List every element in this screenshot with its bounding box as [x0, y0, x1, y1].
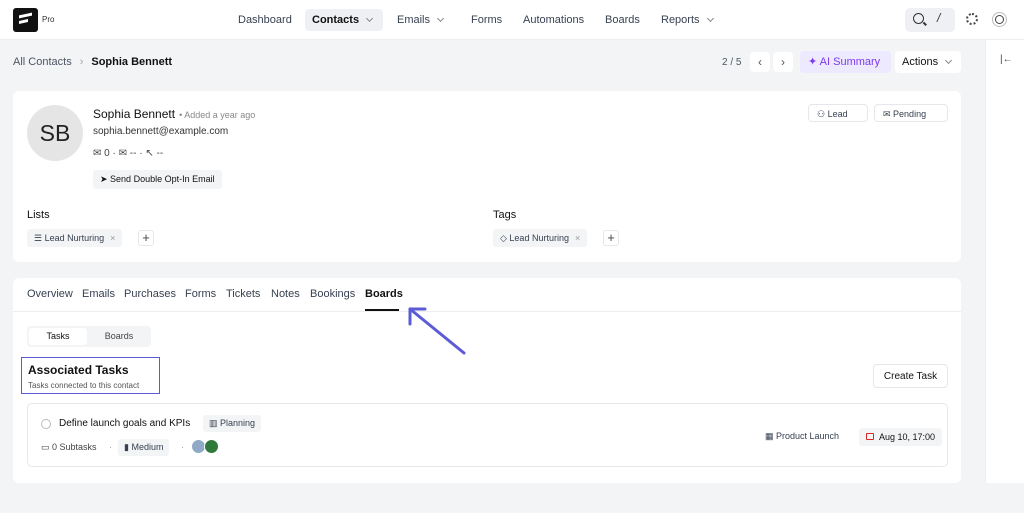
send-icon: ➤ — [100, 174, 111, 184]
tag-icon: ◇ — [500, 233, 510, 243]
ai-summary-button[interactable]: ✦ AI Summary — [800, 51, 891, 73]
separator-dot: · — [181, 442, 184, 452]
list-chip: ☰ Lead Nurturing × — [27, 229, 123, 247]
sparkle-icon: ✦ — [808, 56, 820, 68]
segment-tasks[interactable]: Tasks — [29, 328, 87, 345]
chevron-right-icon: › — [79, 56, 84, 68]
tab-boards[interactable]: Boards — [365, 288, 403, 300]
annotation-arrow — [408, 307, 466, 355]
add-list-button[interactable]: + — [138, 230, 154, 246]
user-icon: ⚇ — [817, 109, 828, 119]
nav-forms[interactable]: Forms — [464, 9, 509, 31]
associated-tasks-title: Associated Tasks — [28, 363, 129, 377]
tab-divider — [13, 311, 961, 312]
calendar-icon — [866, 433, 874, 440]
search-button[interactable]: / — [905, 8, 955, 32]
remove-icon[interactable]: × — [110, 233, 115, 243]
search-icon — [913, 13, 924, 24]
chevron-down-icon — [945, 56, 953, 65]
tab-overview[interactable]: Overview — [27, 288, 73, 300]
task-complete-checkbox[interactable] — [41, 419, 51, 429]
tab-notes[interactable]: Notes — [271, 288, 300, 300]
tab-purchases[interactable]: Purchases — [124, 288, 176, 300]
search-shortcut-hint: / — [937, 11, 941, 25]
nav-dashboard[interactable]: Dashboard — [231, 9, 299, 31]
added-time: • Added a year ago — [179, 110, 256, 120]
next-contact-button[interactable]: › — [773, 52, 793, 72]
board-icon: ▦ — [765, 431, 777, 441]
add-tag-button[interactable]: + — [603, 230, 619, 246]
tags-heading: Tags — [493, 209, 517, 221]
tag-chip: ◇ Lead Nurturing × — [493, 229, 588, 247]
contact-status-dropdown[interactable]: ✉ Pending — [874, 104, 948, 122]
subtasks-count: ▭ 0 Subtasks — [41, 442, 97, 452]
list-icon: ☰ — [34, 233, 45, 243]
separator-dot: · — [109, 442, 112, 452]
tab-emails[interactable]: Emails — [82, 288, 115, 300]
task-card[interactable]: Define launch goals and KPIs ▥ Planning … — [27, 403, 948, 467]
nav-contacts[interactable]: Contacts — [305, 9, 383, 31]
nav-automations[interactable]: Automations — [516, 9, 591, 31]
lists-heading: Lists — [27, 209, 50, 221]
nav-boards[interactable]: Boards — [598, 9, 647, 31]
remove-icon[interactable]: × — [575, 233, 580, 243]
app-logo[interactable] — [13, 8, 38, 32]
nav-reports[interactable]: Reports — [654, 9, 720, 31]
open-icon: ✉ — [118, 148, 128, 159]
breadcrumb: All Contacts › Sophia Bennett — [13, 56, 172, 68]
view-switcher: Tasks Boards — [27, 326, 151, 347]
building-icon: ▥ — [209, 418, 221, 428]
chevron-down-icon — [706, 14, 714, 23]
theme-toggle-icon[interactable] — [995, 15, 1004, 24]
chevron-down-icon — [436, 14, 445, 23]
mail-icon: ✉ — [883, 109, 894, 119]
task-stage-badge: ▥ Planning — [203, 415, 262, 432]
contact-type-dropdown[interactable]: ⚇ Lead — [808, 104, 868, 122]
gear-icon[interactable] — [966, 13, 978, 25]
board-badge: ▦ Product Launch — [759, 428, 846, 445]
tab-tickets[interactable]: Tickets — [226, 288, 260, 300]
breadcrumb-current: Sophia Bennett — [91, 56, 173, 68]
top-navbar: Pro Dashboard Contacts Emails Forms Auto… — [0, 0, 1024, 40]
create-task-button[interactable]: Create Task — [873, 364, 948, 388]
previous-contact-button[interactable]: ‹ — [750, 52, 770, 72]
cursor-icon: ↖ — [145, 148, 154, 159]
chevron-down-icon — [366, 14, 374, 23]
associated-tasks-subtitle: Tasks connected to this contact — [28, 381, 140, 390]
right-side-panel: |← — [985, 40, 1024, 483]
contact-name: Sophia Bennett • Added a year ago — [93, 107, 256, 121]
avatar: SB — [27, 105, 83, 161]
tab-forms[interactable]: Forms — [185, 288, 216, 300]
contact-stats: ✉ 0 · ✉ -- · ↖ -- — [93, 148, 164, 159]
pro-badge: Pro — [42, 15, 55, 24]
tab-bookings[interactable]: Bookings — [310, 288, 355, 300]
associated-tasks-header: Associated Tasks Tasks connected to this… — [21, 357, 160, 394]
segment-boards[interactable]: Boards — [89, 328, 149, 345]
due-date-badge: Aug 10, 17:00 — [859, 428, 943, 446]
send-double-optin-button[interactable]: ➤ Send Double Opt-In Email — [93, 170, 222, 189]
clipboard-icon: ▭ — [41, 442, 53, 452]
pager-position: 2 / 5 — [722, 57, 742, 68]
breadcrumb-all-contacts[interactable]: All Contacts — [13, 56, 72, 68]
priority-badge: ▮ Medium — [118, 439, 170, 456]
collapse-panel-icon[interactable]: |← — [1000, 54, 1013, 65]
contact-email: sophia.bennett@example.com — [93, 126, 229, 137]
task-title[interactable]: Define launch goals and KPIs — [59, 418, 190, 429]
mail-icon: ✉ — [93, 148, 102, 159]
nav-emails[interactable]: Emails — [390, 9, 450, 31]
actions-button[interactable]: Actions — [895, 51, 961, 73]
assignee-avatar[interactable] — [204, 439, 219, 454]
